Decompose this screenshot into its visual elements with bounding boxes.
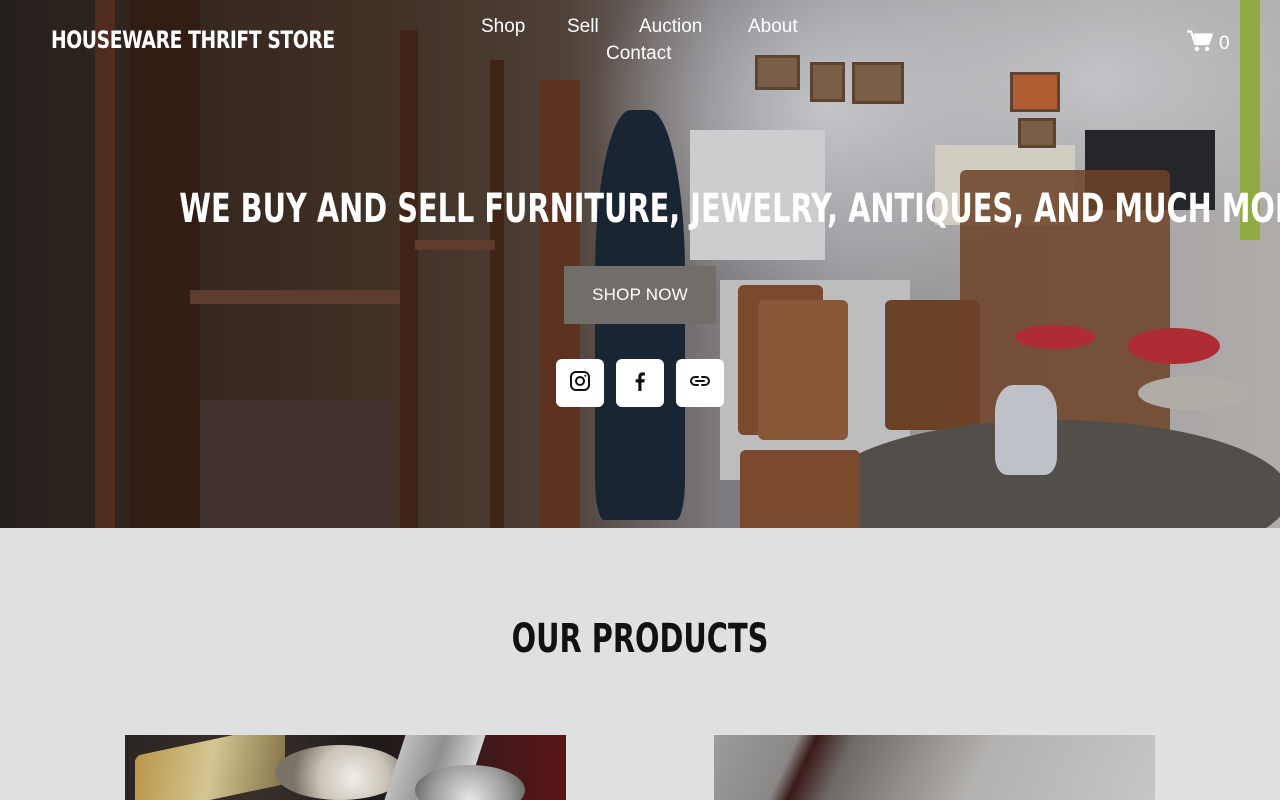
cart-icon [1187,30,1213,58]
nav-auction[interactable]: Auction [639,16,702,38]
facebook-icon [628,369,652,398]
product-image-watches[interactable] [125,735,566,800]
hero-headline: WE BUY AND SELL FURNITURE, JEWELRY, ANTI… [179,186,1280,232]
nav-contact[interactable]: Contact [606,43,671,65]
cart-button[interactable]: 0 [1187,30,1230,58]
products-heading: OUR PRODUCTS [511,616,769,662]
facebook-link[interactable] [616,359,664,407]
instagram-link[interactable] [556,359,604,407]
nav-shop[interactable]: Shop [481,16,525,38]
cart-count: 0 [1219,33,1230,54]
nav-sell[interactable]: Sell [567,16,599,38]
link-icon [688,369,712,398]
hero-banner [0,0,1280,528]
product-image-furniture[interactable] [714,735,1155,800]
instagram-icon [568,369,592,398]
nav-about[interactable]: About [748,16,798,38]
shop-now-button[interactable]: SHOP NOW [564,266,716,324]
site-logo[interactable]: HOUSEWARE THRIFT STORE [51,26,335,54]
website-link[interactable] [676,359,724,407]
